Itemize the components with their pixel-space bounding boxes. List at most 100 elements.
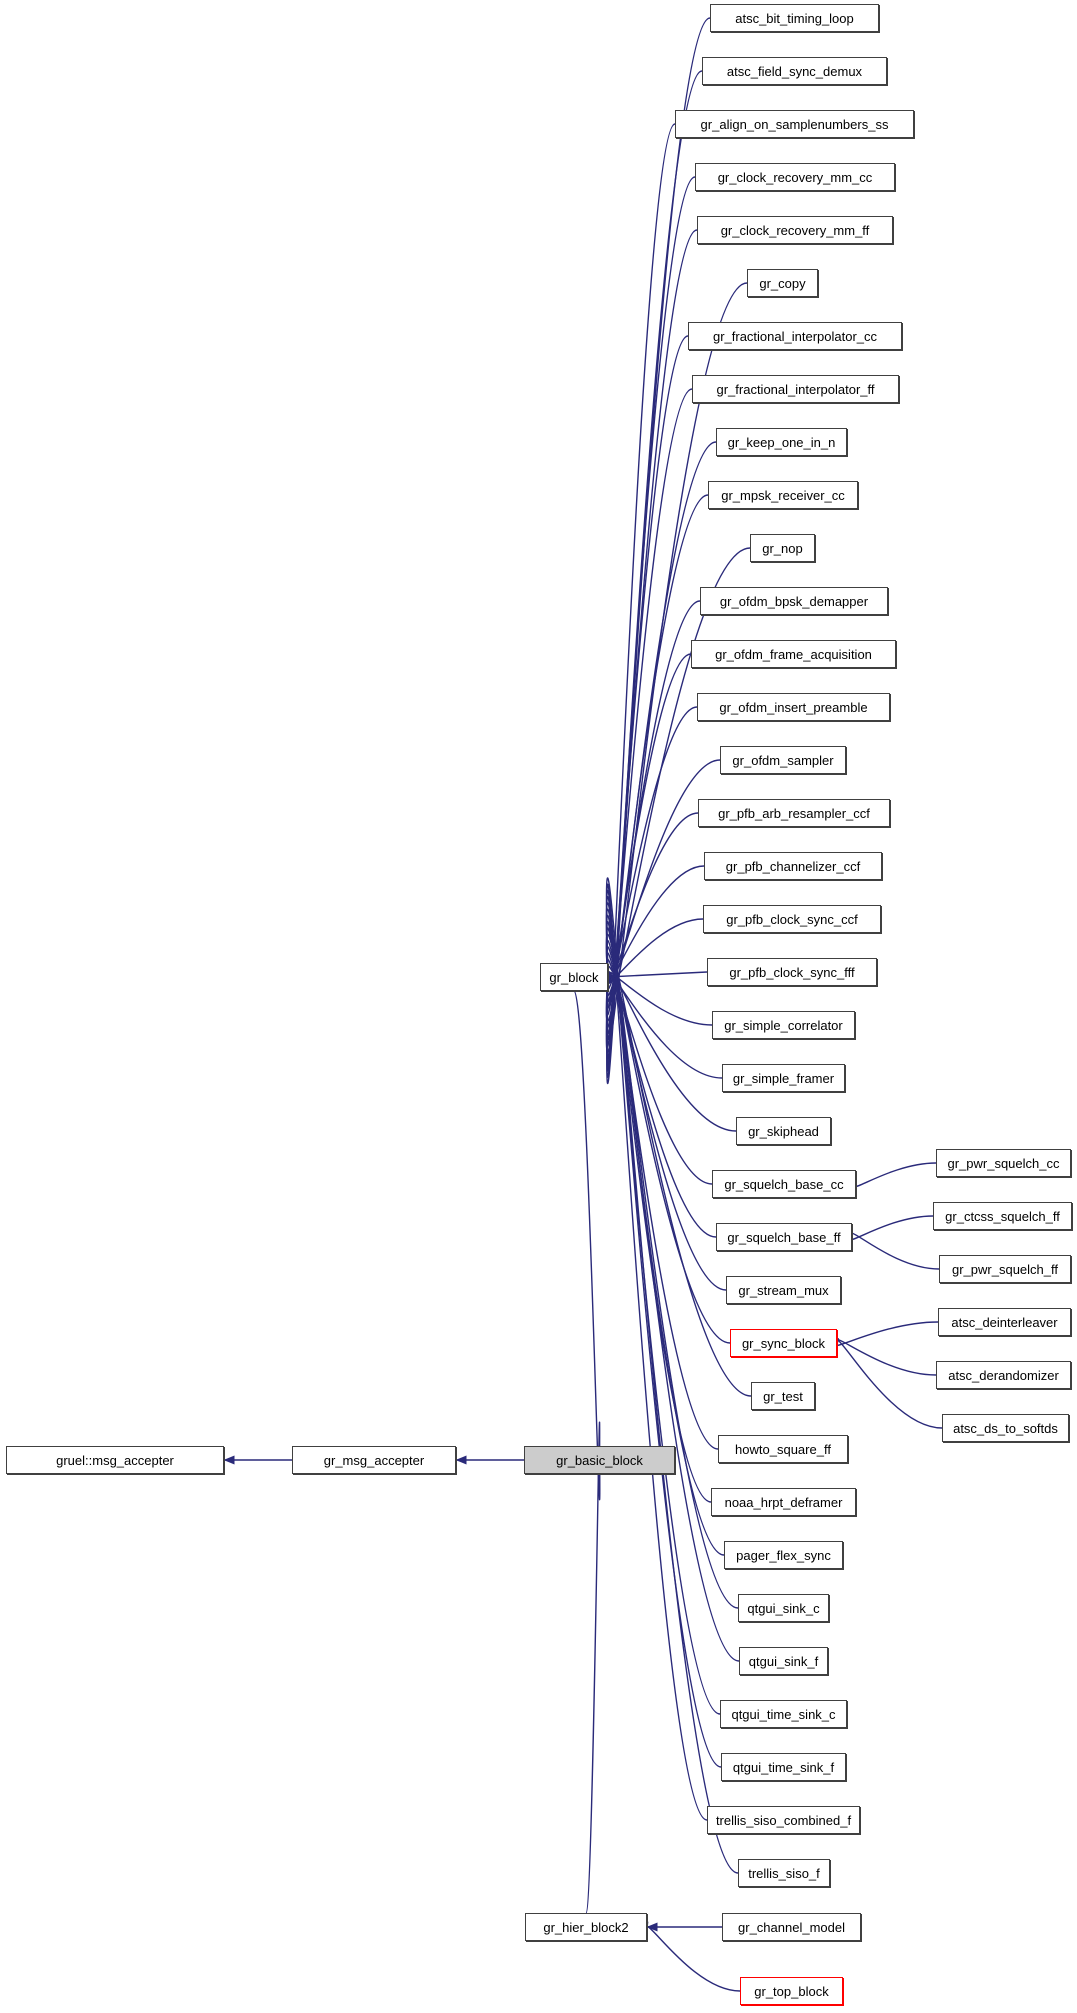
class-node-label: atsc_deinterleaver xyxy=(951,1314,1058,1330)
class-node-label: gr_fractional_interpolator_cc xyxy=(712,328,878,344)
class-node-gr_skiphead[interactable]: gr_skiphead xyxy=(736,1117,831,1145)
inheritance-edge xyxy=(603,70,703,1078)
class-node-gr_ctcss_squelch_ff[interactable]: gr_ctcss_squelch_ff xyxy=(933,1202,1072,1230)
inheritance-edge xyxy=(601,971,723,1079)
inheritance-edge xyxy=(585,1421,605,1914)
class-node-label: gr_simple_framer xyxy=(732,1070,835,1086)
inheritance-edge xyxy=(599,965,713,1026)
inheritance-edge xyxy=(602,940,731,1344)
inheritance-edge xyxy=(603,883,708,1821)
class-node-gr_copy[interactable]: gr_copy xyxy=(747,269,818,297)
inheritance-edge xyxy=(826,1321,939,1354)
inheritance-edge xyxy=(603,176,696,1066)
inheritance-edge xyxy=(603,889,722,1768)
inheritance-edge xyxy=(602,547,751,1022)
class-node-atsc_ds_to_softds[interactable]: atsc_ds_to_softds xyxy=(942,1414,1069,1442)
class-node-gr_stream_mux[interactable]: gr_stream_mux xyxy=(726,1276,841,1304)
class-node-gr_mpsk_receiver_cc[interactable]: gr_mpsk_receiver_cc xyxy=(708,481,858,509)
class-node-qtgui_sink_f[interactable]: qtgui_sink_f xyxy=(739,1647,828,1675)
class-node-gr_pfb_clock_sync_fff[interactable]: gr_pfb_clock_sync_fff xyxy=(707,958,877,986)
class-node-label: gr_pwr_squelch_ff xyxy=(952,1261,1058,1277)
inheritance-edge xyxy=(842,1215,934,1249)
class-node-noaa_hrpt_deframer[interactable]: noaa_hrpt_deframer xyxy=(711,1488,856,1516)
class-node-atsc_derandomizer[interactable]: atsc_derandomizer xyxy=(936,1361,1071,1389)
inheritance-edge xyxy=(603,927,719,1450)
class-node-gr_simple_correlator[interactable]: gr_simple_correlator xyxy=(712,1011,855,1039)
class-node-gr_ofdm_sampler[interactable]: gr_ofdm_sampler xyxy=(720,746,846,774)
class-node-gr_ofdm_insert_preamble[interactable]: gr_ofdm_insert_preamble xyxy=(697,693,890,721)
inheritance-edge xyxy=(602,706,698,1003)
class-node-label: gr_mpsk_receiver_cc xyxy=(721,487,845,503)
class-node-gr_fractional_interpolator_ff[interactable]: gr_fractional_interpolator_ff xyxy=(692,375,899,403)
class-node-atsc_bit_timing_loop[interactable]: atsc_bit_timing_loop xyxy=(710,4,879,32)
class-node-gr_test[interactable]: gr_test xyxy=(751,1382,815,1410)
inheritance-edge xyxy=(603,388,693,1041)
class-node-label: gr_block xyxy=(549,969,599,985)
class-node-label: gr_align_on_samplenumbers_ss xyxy=(700,116,889,132)
class-node-label: pager_flex_sync xyxy=(736,1547,831,1563)
class-node-gr_channel_model[interactable]: gr_channel_model xyxy=(722,1913,861,1941)
class-node-qtgui_time_sink_c[interactable]: qtgui_time_sink_c xyxy=(720,1700,847,1728)
inheritance-edge xyxy=(843,1225,940,1270)
class-node-gr_squelch_base_ff[interactable]: gr_squelch_base_ff xyxy=(716,1223,852,1251)
class-node-gruel_msg_accepter[interactable]: gruel::msg_accepter xyxy=(6,1446,224,1474)
class-node-gr_basic_block[interactable]: gr_basic_block xyxy=(524,1446,675,1474)
class-node-gr_fractional_interpolator_cc[interactable]: gr_fractional_interpolator_cc xyxy=(688,322,902,350)
class-node-gr_nop[interactable]: gr_nop xyxy=(750,534,815,562)
class-node-gr_pwr_squelch_cc[interactable]: gr_pwr_squelch_cc xyxy=(936,1149,1071,1177)
class-node-gr_pfb_arb_resampler_ccf[interactable]: gr_pfb_arb_resampler_ccf xyxy=(698,799,890,827)
class-node-label: qtgui_time_sink_c xyxy=(731,1706,836,1722)
class-node-gr_block[interactable]: gr_block xyxy=(540,963,608,991)
class-node-pager_flex_sync[interactable]: pager_flex_sync xyxy=(724,1541,843,1569)
class-node-gr_ofdm_bpsk_demapper[interactable]: gr_ofdm_bpsk_demapper xyxy=(700,587,888,615)
class-node-gr_sync_block[interactable]: gr_sync_block xyxy=(730,1329,837,1357)
class-node-label: gr_sync_block xyxy=(741,1335,826,1351)
class-node-gr_msg_accepter[interactable]: gr_msg_accepter xyxy=(292,1446,456,1474)
class-node-gr_pwr_squelch_ff[interactable]: gr_pwr_squelch_ff xyxy=(939,1255,1071,1283)
inheritance-edge xyxy=(603,921,712,1503)
class-node-trellis_siso_combined_f[interactable]: trellis_siso_combined_f xyxy=(707,1806,860,1834)
class-node-qtgui_sink_c[interactable]: qtgui_sink_c xyxy=(738,1594,829,1622)
class-node-atsc_deinterleaver[interactable]: atsc_deinterleaver xyxy=(938,1308,1071,1336)
class-node-gr_top_block[interactable]: gr_top_block xyxy=(740,1977,843,2005)
class-node-label: gr_msg_accepter xyxy=(323,1452,425,1468)
inheritance-edge xyxy=(602,812,699,991)
class-node-gr_ofdm_frame_acquisition[interactable]: gr_ofdm_frame_acquisition xyxy=(691,640,896,668)
inheritance-edge xyxy=(603,229,698,1060)
class-node-trellis_siso_f[interactable]: trellis_siso_f xyxy=(738,1859,830,1887)
class-node-howto_square_ff[interactable]: howto_square_ff xyxy=(718,1435,848,1463)
class-node-gr_keep_one_in_n[interactable]: gr_keep_one_in_n xyxy=(716,428,847,456)
inheritance-edge xyxy=(827,1331,937,1376)
class-node-label: gr_ofdm_sampler xyxy=(732,752,834,768)
inheritance-edge xyxy=(603,494,709,1028)
class-node-label: gr_test xyxy=(763,1388,803,1404)
class-node-gr_clock_recovery_mm_cc[interactable]: gr_clock_recovery_mm_cc xyxy=(695,163,895,191)
class-node-label: gr_pfb_clock_sync_ccf xyxy=(726,911,858,927)
class-node-label: gr_channel_model xyxy=(738,1919,845,1935)
class-node-label: gr_basic_block xyxy=(556,1452,643,1468)
class-node-gr_squelch_base_cc[interactable]: gr_squelch_base_cc xyxy=(712,1170,856,1198)
class-node-gr_simple_framer[interactable]: gr_simple_framer xyxy=(722,1064,845,1092)
class-node-qtgui_time_sink_f[interactable]: qtgui_time_sink_f xyxy=(721,1753,846,1781)
class-node-label: gr_top_block xyxy=(754,1983,829,1999)
class-node-gr_align_on_samplenumbers_ss[interactable]: gr_align_on_samplenumbers_ss xyxy=(675,110,914,138)
inheritance-edge xyxy=(602,946,727,1291)
inheritance-edge xyxy=(602,952,717,1238)
class-node-label: gr_skiphead xyxy=(748,1123,819,1139)
class-node-label: gr_keep_one_in_n xyxy=(727,434,836,450)
class-node-label: gr_fractional_interpolator_ff xyxy=(716,381,875,397)
class-node-gr_hier_block2[interactable]: gr_hier_block2 xyxy=(525,1913,647,1941)
class-node-label: gr_copy xyxy=(759,275,806,291)
class-node-label: qtgui_sink_c xyxy=(747,1600,820,1616)
inheritance-edge xyxy=(601,964,737,1132)
edge-paths xyxy=(223,17,943,1992)
class-node-label: gr_ofdm_bpsk_demapper xyxy=(719,593,869,609)
class-node-label: gr_pfb_arb_resampler_ccf xyxy=(718,805,870,821)
class-node-gr_clock_recovery_mm_ff[interactable]: gr_clock_recovery_mm_ff xyxy=(697,216,893,244)
inheritance-edge xyxy=(602,933,752,1397)
class-node-label: atsc_derandomizer xyxy=(948,1367,1059,1383)
class-node-gr_pfb_clock_sync_ccf[interactable]: gr_pfb_clock_sync_ccf xyxy=(703,905,881,933)
class-node-gr_pfb_channelizer_ccf[interactable]: gr_pfb_channelizer_ccf xyxy=(704,852,882,880)
class-node-atsc_field_sync_demux[interactable]: atsc_field_sync_demux xyxy=(702,57,887,85)
edge-layer xyxy=(223,17,943,1992)
